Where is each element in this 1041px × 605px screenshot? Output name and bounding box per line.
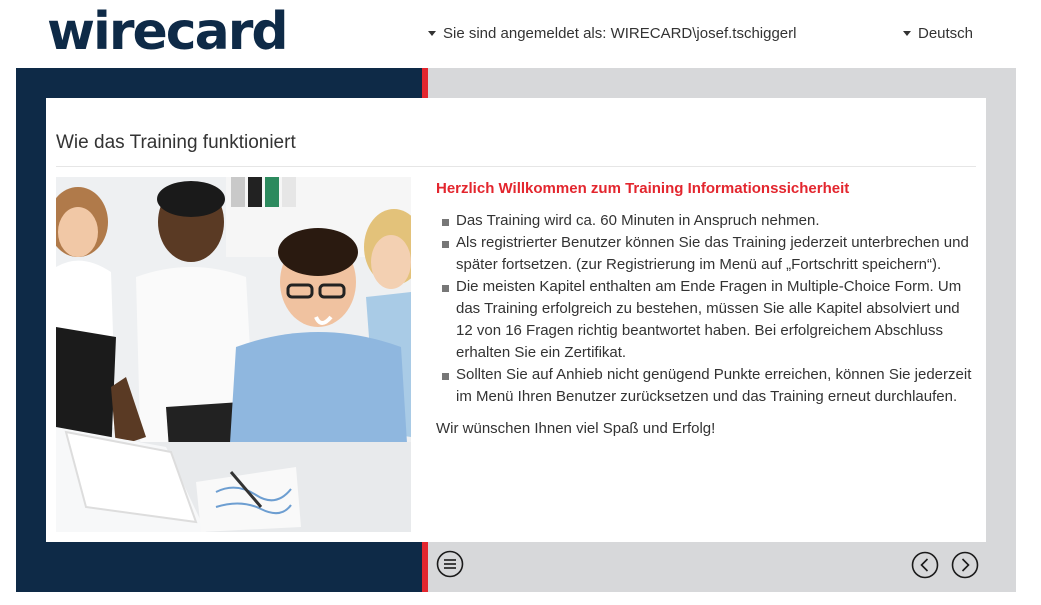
list-item-text: Das Training wird ca. 60 Minuten in Ansp…	[456, 212, 820, 229]
caret-down-icon	[903, 30, 911, 36]
caret-down-icon	[428, 30, 436, 36]
training-stage: Wie das Training funktioniert Herzlich W…	[16, 68, 1016, 592]
list-item-text: Sollten Sie auf Anhieb nicht genügend Pu…	[456, 366, 972, 405]
header: wirecard Sie sind angemeldet als: WIRECA…	[0, 0, 1041, 68]
list-item: Als registrierter Benutzer können Sie da…	[436, 232, 976, 276]
next-button[interactable]	[951, 551, 979, 579]
user-login-dropdown[interactable]: Sie sind angemeldet als: WIRECARD\josef.…	[428, 24, 796, 44]
bullet-square-icon	[442, 241, 449, 248]
list-item: Die meisten Kapitel enthalten am Ende Fr…	[436, 276, 976, 364]
closing-text: Wir wünschen Ihnen viel Spaß und Erfolg!	[436, 420, 716, 437]
team-photo	[56, 177, 411, 532]
bullet-square-icon	[442, 219, 449, 226]
prev-button[interactable]	[911, 551, 939, 579]
info-list: Das Training wird ca. 60 Minuten in Ansp…	[436, 210, 976, 408]
content-card: Wie das Training funktioniert Herzlich W…	[46, 98, 986, 542]
bullet-square-icon	[442, 373, 449, 380]
intro-content: Herzlich Willkommen zum Training Informa…	[436, 178, 976, 440]
list-item-text: Die meisten Kapitel enthalten am Ende Fr…	[456, 278, 962, 361]
title-divider	[56, 166, 976, 167]
bullet-square-icon	[442, 285, 449, 292]
chevron-right-circle-icon	[951, 551, 979, 579]
list-item: Sollten Sie auf Anhieb nicht genügend Pu…	[436, 364, 976, 408]
page-title: Wie das Training funktioniert	[56, 132, 296, 153]
chevron-left-circle-icon	[911, 551, 939, 579]
language-dropdown[interactable]: Deutsch	[903, 24, 973, 44]
wirecard-logo: wirecard	[47, 2, 289, 62]
language-label: Deutsch	[918, 25, 974, 42]
list-item: Das Training wird ca. 60 Minuten in Ansp…	[436, 210, 976, 232]
list-item-text: Als registrierter Benutzer können Sie da…	[456, 234, 969, 273]
welcome-heading: Herzlich Willkommen zum Training Informa…	[436, 180, 850, 197]
hamburger-circle-icon	[436, 550, 464, 578]
login-label: Sie sind angemeldet als: WIRECARD\josef.…	[443, 25, 797, 42]
menu-button[interactable]	[436, 550, 464, 578]
